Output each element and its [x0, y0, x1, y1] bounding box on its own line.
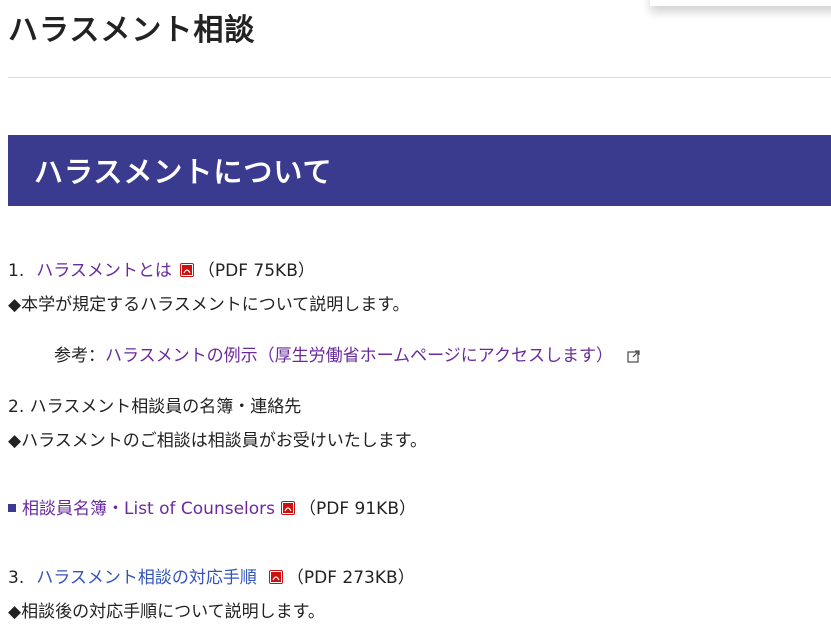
item-1-number: 1. — [8, 261, 25, 281]
item-1: 1. ハラスメントとは （PDF 75KB） — [8, 256, 315, 281]
page: ハラスメント相談 ハラスメントについて 1. ハラスメントとは （PDF 75KB）… — [0, 0, 831, 644]
section-title: ハラスメントについて — [34, 155, 333, 189]
item-1-size: （PDF 75KB） — [197, 261, 315, 281]
counselors-link[interactable]: 相談員名簿・List of Counselors — [22, 499, 275, 519]
pdf-icon[interactable] — [281, 500, 296, 515]
divider — [8, 77, 831, 78]
counselors-line: 相談員名簿・List of Counselors （PDF 91KB） — [8, 494, 416, 519]
item-2-description: ◆ハラスメントのご相談は相談員がお受けいたします。 — [8, 431, 428, 451]
reference-label: 参考： — [54, 346, 105, 366]
external-link-icon[interactable] — [627, 348, 640, 368]
item-3-link[interactable]: ハラスメント相談の対応手順 — [36, 568, 257, 588]
section-banner: ハラスメントについて — [8, 135, 831, 206]
square-bullet-icon — [8, 504, 16, 512]
item-3-description: ◆相談後の対応手順について説明します。 — [8, 602, 325, 622]
top-overlay-shadow — [650, 0, 831, 6]
page-title: ハラスメント相談 — [8, 13, 256, 48]
reference-line: 参考：ハラスメントの例示（厚生労働省ホームページにアクセスします） — [54, 341, 640, 368]
reference-link[interactable]: ハラスメントの例示（厚生労働省ホームページにアクセスします） — [105, 346, 613, 366]
item-3-size: （PDF 273KB） — [286, 568, 415, 588]
item-3: 3. ハラスメント相談の対応手順 （PDF 273KB） — [8, 563, 415, 588]
counselors-size: （PDF 91KB） — [299, 499, 416, 519]
pdf-icon[interactable] — [268, 569, 283, 584]
item-1-link[interactable]: ハラスメントとは — [36, 261, 172, 281]
item-2-heading: 2. ハラスメント相談員の名簿・連絡先 — [8, 397, 302, 417]
item-3-number: 3. — [8, 568, 25, 588]
pdf-icon[interactable] — [179, 262, 194, 277]
item-1-description: ◆本学が規定するハラスメントについて説明します。 — [8, 295, 410, 315]
